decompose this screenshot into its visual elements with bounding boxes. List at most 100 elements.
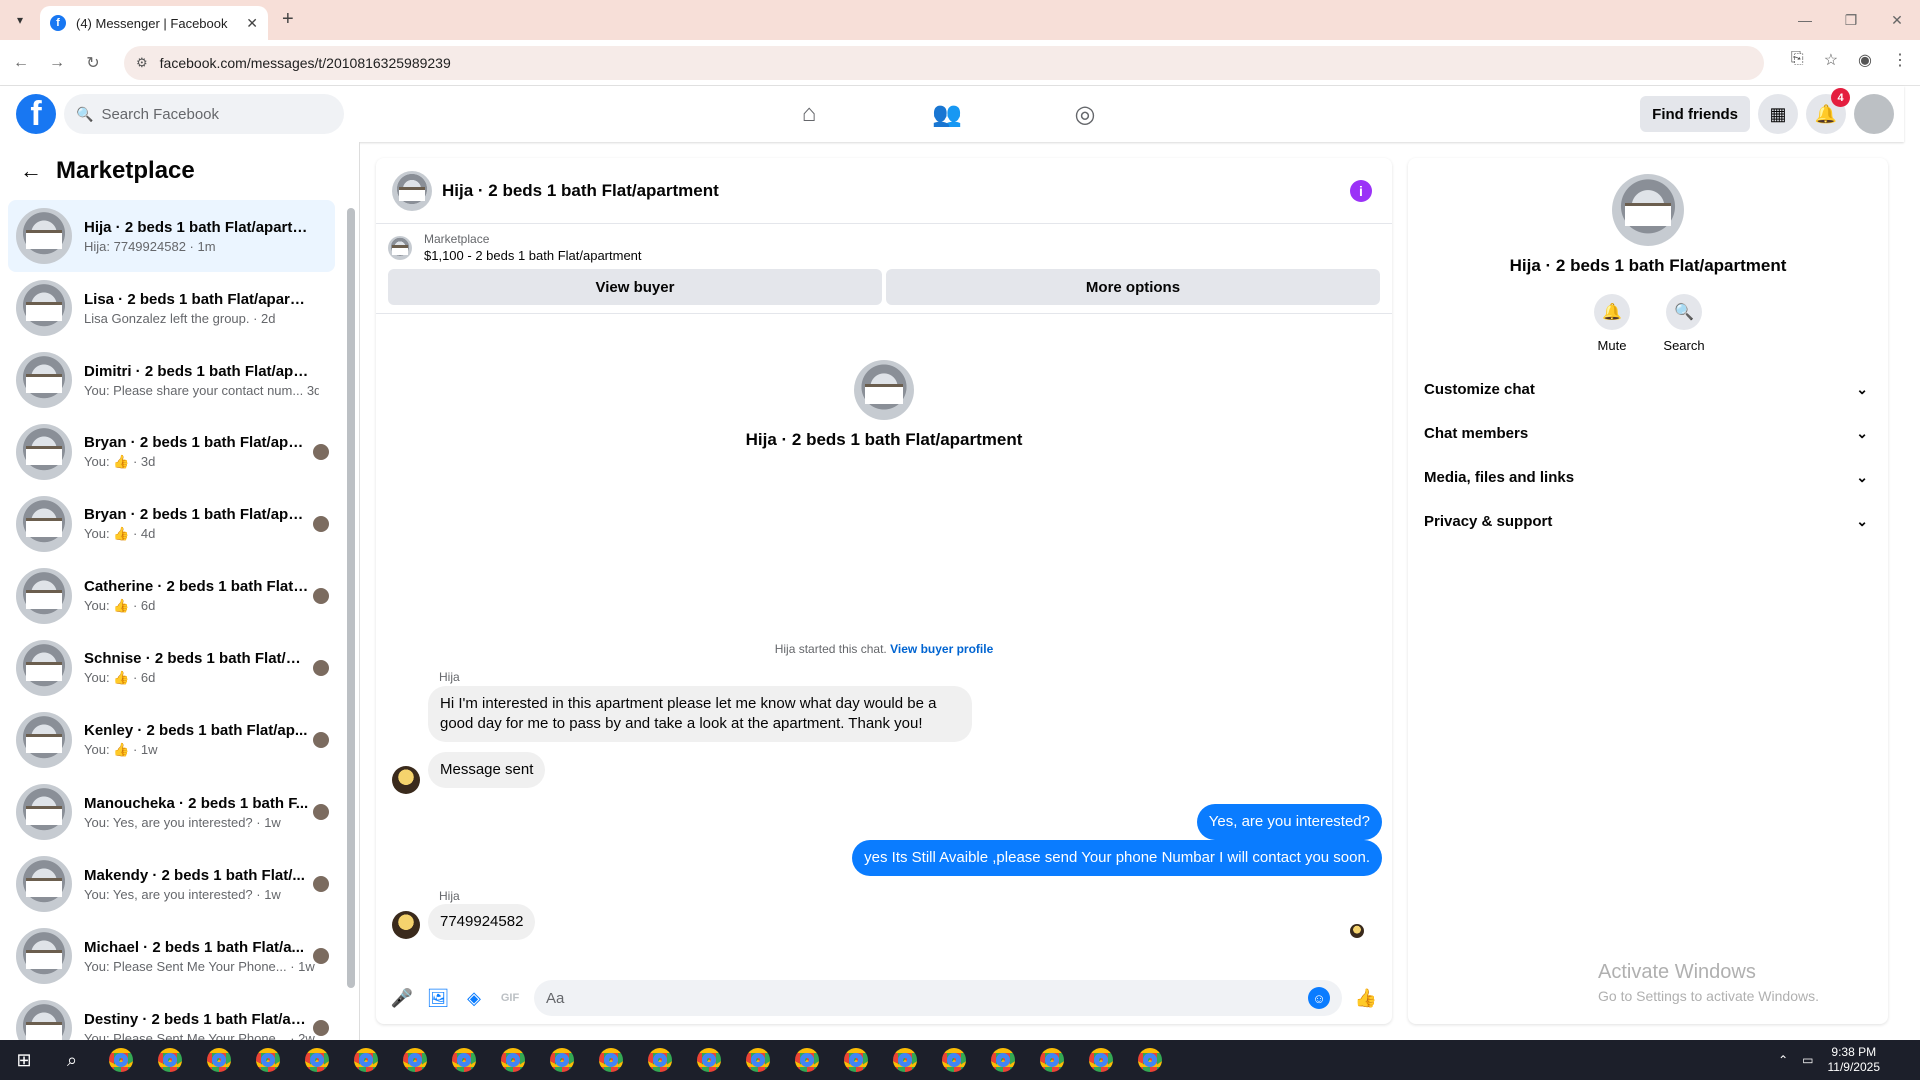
section-privacy-support[interactable]: Privacy & support ⌄: [1408, 499, 1888, 543]
chrome-taskbar-icon[interactable]: [439, 1040, 488, 1080]
gif-icon[interactable]: GIF: [492, 980, 528, 1016]
conversation-item[interactable]: Hija · 2 beds 1 bath Flat/apartm... Hija:…: [8, 200, 335, 272]
chrome-taskbar-icon[interactable]: [96, 1040, 145, 1080]
section-label: Privacy & support: [1424, 512, 1553, 530]
chrome-taskbar-icon[interactable]: [145, 1040, 194, 1080]
profile-icon[interactable]: ◉: [1858, 50, 1872, 70]
friends-icon[interactable]: 👥: [918, 94, 976, 134]
chrome-taskbar-icon[interactable]: [733, 1040, 782, 1080]
thumbs-up-icon[interactable]: 👍: [1348, 980, 1384, 1016]
conversation-item[interactable]: Michael · 2 beds 1 bath Flat/a... You: Pl…: [8, 920, 335, 992]
info-thumbnail[interactable]: [1612, 174, 1684, 246]
forward-icon[interactable]: →: [42, 48, 72, 78]
chrome-taskbar-icon[interactable]: [929, 1040, 978, 1080]
reload-icon[interactable]: ↻: [78, 48, 108, 78]
chrome-taskbar-icon[interactable]: [978, 1040, 1027, 1080]
tray-overflow-icon[interactable]: ⌃: [1778, 1053, 1788, 1067]
chrome-taskbar-icon[interactable]: [488, 1040, 537, 1080]
chrome-taskbar-icon[interactable]: [831, 1040, 880, 1080]
conversation-item[interactable]: Destiny · 2 beds 1 bath Flat/ap... You: P…: [8, 992, 335, 1040]
emoji-icon[interactable]: ☺: [1308, 987, 1330, 1009]
more-options-button[interactable]: More options: [886, 269, 1380, 305]
close-tab-icon[interactable]: ✕: [246, 15, 258, 32]
sender-avatar[interactable]: [392, 911, 420, 939]
incoming-message[interactable]: Message sent: [428, 752, 546, 788]
search-button[interactable]: 🔍 Search: [1663, 294, 1705, 353]
site-info-icon[interactable]: ⚙: [136, 55, 148, 71]
message-input[interactable]: [546, 989, 1308, 1007]
chrome-taskbar-icon[interactable]: [537, 1040, 586, 1080]
restore-icon[interactable]: ❐: [1828, 0, 1874, 40]
microphone-icon[interactable]: 🎤: [384, 980, 420, 1016]
search-input[interactable]: [101, 105, 322, 123]
sidebar-scrollbar[interactable]: [347, 192, 355, 992]
back-arrow-icon[interactable]: ←: [20, 158, 42, 184]
taskbar-clock[interactable]: 9:38 PM 11/9/2025: [1828, 1045, 1881, 1075]
view-buyer-profile-link[interactable]: View buyer profile: [890, 642, 993, 656]
scrollbar-thumb[interactable]: [347, 208, 355, 988]
conversation-item[interactable]: Dimitri · 2 beds 1 bath Flat/apart... You…: [8, 344, 335, 416]
section-chat-members[interactable]: Chat members ⌄: [1408, 411, 1888, 455]
conversation-thumbnail: [16, 784, 72, 840]
back-icon[interactable]: ←: [6, 48, 36, 78]
browser-tab[interactable]: f (4) Messenger | Facebook ✕: [40, 6, 268, 40]
home-icon[interactable]: ⌂: [780, 94, 838, 134]
conversation-item[interactable]: Makendy · 2 beds 1 bath Flat/... You: Yes…: [8, 848, 335, 920]
chrome-taskbar-icon[interactable]: [684, 1040, 733, 1080]
taskbar-search-icon[interactable]: ⌕: [48, 1040, 96, 1080]
chrome-taskbar-icon[interactable]: [341, 1040, 390, 1080]
close-window-icon[interactable]: ✕: [1874, 0, 1920, 40]
conversation-name: Bryan · 2 beds 1 bath Flat/apart...: [84, 506, 309, 523]
chrome-taskbar-icon[interactable]: [390, 1040, 439, 1080]
listing-thumbnail: [388, 235, 412, 260]
chrome-taskbar-icon[interactable]: [880, 1040, 929, 1080]
chrome-taskbar-icon[interactable]: [635, 1040, 684, 1080]
chrome-taskbar-icon[interactable]: [1125, 1040, 1174, 1080]
conversation-item[interactable]: Bryan · 2 beds 1 bath Flat/apart... You: …: [8, 488, 335, 560]
conversation-item[interactable]: Manoucheka · 2 beds 1 bath F... You: Yes,…: [8, 776, 335, 848]
chat-title[interactable]: Hija · 2 beds 1 bath Flat/apartment: [442, 181, 719, 201]
conversation-item[interactable]: Bryan · 2 beds 1 bath Flat/apa... You: 👍 …: [8, 416, 335, 488]
conversation-item[interactable]: Catherine · 2 beds 1 bath Flat/... You: 👍…: [8, 560, 335, 632]
listing-row[interactable]: Marketplace $1,100 - 2 beds 1 bath Flat/…: [388, 232, 1380, 263]
section-customize-chat[interactable]: Customize chat ⌄: [1408, 367, 1888, 411]
menu-grid-icon[interactable]: ▦: [1758, 94, 1798, 134]
sticker-icon[interactable]: ◈: [456, 980, 492, 1016]
conversation-item[interactable]: Lisa · 2 beds 1 bath Flat/apartme... Lisa…: [8, 272, 335, 344]
chat-listing-thumbnail[interactable]: [392, 170, 432, 211]
chrome-taskbar-icon[interactable]: [292, 1040, 341, 1080]
section-media-files-links[interactable]: Media, files and links ⌄: [1408, 455, 1888, 499]
chrome-taskbar-icon[interactable]: [1076, 1040, 1125, 1080]
notifications-bell-icon[interactable]: 🔔 4: [1806, 88, 1850, 134]
outgoing-message[interactable]: Yes, are you interested?: [1196, 804, 1382, 840]
facebook-logo-icon[interactable]: f: [16, 94, 56, 134]
windows-start-icon[interactable]: ⊞: [0, 1040, 48, 1080]
chrome-taskbar-icon[interactable]: [782, 1040, 831, 1080]
account-avatar[interactable]: [1854, 94, 1894, 134]
view-buyer-button[interactable]: View buyer: [388, 269, 882, 305]
mute-button[interactable]: 🔔 Mute: [1592, 294, 1632, 353]
incoming-message[interactable]: 7749924582: [428, 904, 536, 940]
network-icon[interactable]: ▭: [1802, 1053, 1813, 1067]
conversation-item[interactable]: Kenley · 2 beds 1 bath Flat/ap... You: 👍 …: [8, 704, 335, 776]
chrome-taskbar-icon[interactable]: [243, 1040, 292, 1080]
chrome-taskbar-icon[interactable]: [1027, 1040, 1076, 1080]
conversation-item[interactable]: Schnise · 2 beds 1 bath Flat/ap... You: 👍…: [8, 632, 335, 704]
facebook-search[interactable]: 🔍: [64, 94, 344, 134]
incoming-message[interactable]: Hi I'm interested in this apartment plea…: [428, 686, 972, 742]
find-friends-button[interactable]: Find friends: [1640, 96, 1750, 132]
groups-icon[interactable]: ◎: [1056, 94, 1114, 134]
url-field[interactable]: ⚙ facebook.com/messages/t/20108163259892…: [124, 46, 1764, 80]
new-tab-icon[interactable]: +: [282, 8, 294, 31]
chrome-taskbar-icon[interactable]: [194, 1040, 243, 1080]
outgoing-message[interactable]: yes Its Still Avaible ,please send Your …: [852, 840, 1382, 876]
install-app-icon[interactable]: ⎘: [1791, 50, 1804, 70]
tab-search-dropdown-icon[interactable]: ▾: [8, 8, 32, 32]
photo-icon[interactable]: 🖼: [420, 980, 456, 1016]
sender-avatar[interactable]: [392, 766, 420, 794]
minimize-icon[interactable]: —: [1782, 0, 1828, 40]
info-icon[interactable]: i: [1350, 180, 1372, 202]
browser-menu-icon[interactable]: ⋮: [1892, 50, 1908, 70]
chrome-taskbar-icon[interactable]: [586, 1040, 635, 1080]
bookmark-star-icon[interactable]: ☆: [1824, 50, 1838, 70]
